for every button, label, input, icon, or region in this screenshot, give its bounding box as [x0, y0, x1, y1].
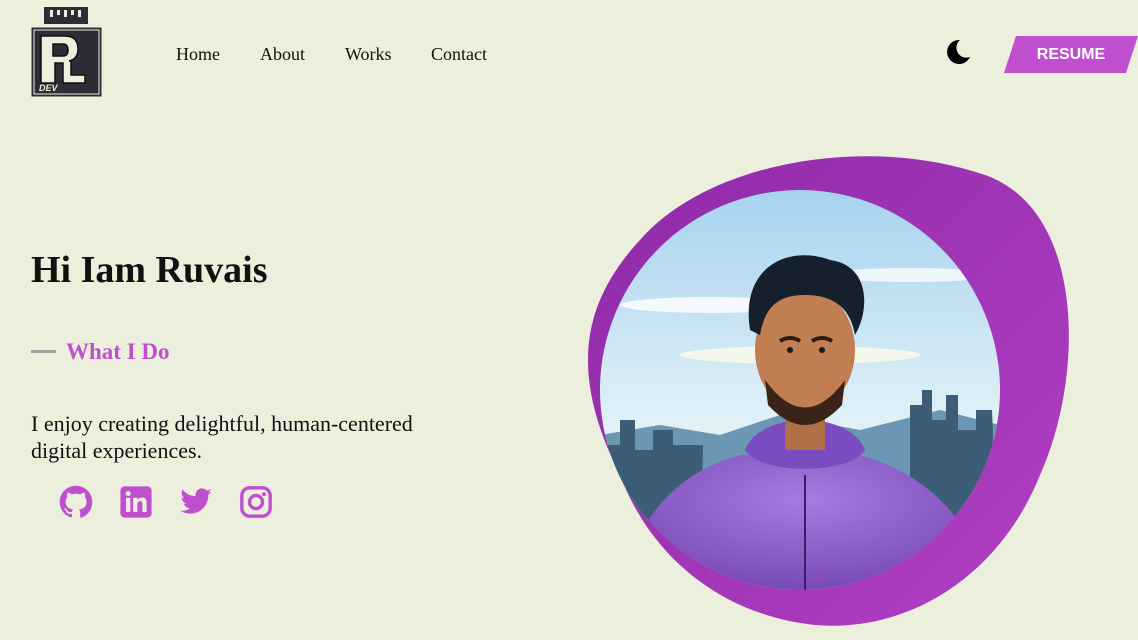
hero-description: I enjoy creating delightful, human-cente…: [31, 411, 413, 463]
hero-subtitle: What I Do: [66, 339, 170, 364]
hero-image: [580, 145, 1080, 635]
logo-caption: DEV: [39, 83, 59, 93]
resume-button[interactable]: RESUME: [1004, 36, 1138, 73]
hero-title: Hi Iam Ruvais: [31, 249, 268, 291]
github-icon[interactable]: [59, 485, 93, 519]
subtitle-divider: [31, 350, 56, 353]
linkedin-icon[interactable]: [119, 485, 153, 519]
nav-home[interactable]: Home: [176, 44, 220, 65]
twitter-icon[interactable]: [179, 485, 213, 519]
nav-contact[interactable]: Contact: [431, 44, 487, 65]
instagram-icon[interactable]: [239, 485, 273, 519]
nav-works[interactable]: Works: [345, 44, 392, 65]
site-logo[interactable]: DEV: [31, 6, 103, 98]
moon-icon[interactable]: [944, 38, 972, 66]
nav-about[interactable]: About: [260, 44, 305, 65]
